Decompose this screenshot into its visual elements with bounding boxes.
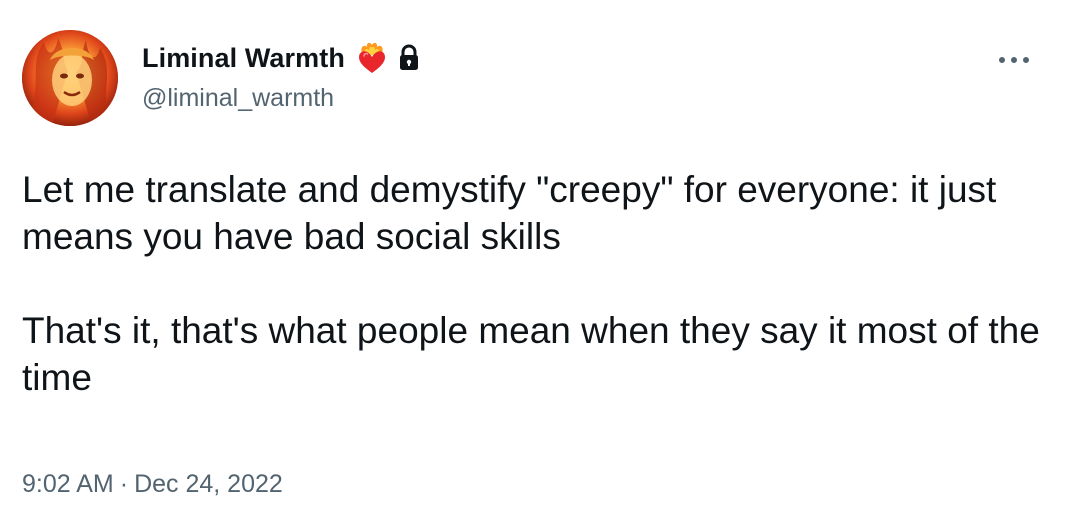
more-options-button[interactable] bbox=[994, 48, 1034, 72]
timestamp-separator: · bbox=[119, 470, 129, 498]
tweet-card: Liminal Warmth @liminal_warmth Let me tr… bbox=[0, 0, 1080, 532]
tweet-date[interactable]: Dec 24, 2022 bbox=[134, 470, 283, 498]
author-names: Liminal Warmth @liminal_warmth bbox=[142, 40, 421, 113]
more-dots-icon bbox=[999, 57, 1029, 63]
tweet-text: Let me translate and demystify "creepy" … bbox=[22, 166, 1042, 401]
tweet-header: Liminal Warmth @liminal_warmth bbox=[22, 30, 1062, 130]
lock-icon bbox=[397, 44, 421, 72]
author-handle[interactable]: @liminal_warmth bbox=[142, 84, 421, 113]
tweet-timestamp[interactable]: 9:02 AM · Dec 24, 2022 bbox=[22, 470, 283, 499]
tweet-time[interactable]: 9:02 AM bbox=[22, 470, 114, 498]
heart-on-fire-icon bbox=[355, 41, 389, 75]
tweet-paragraph: Let me translate and demystify "creepy" … bbox=[22, 169, 997, 257]
name-row: Liminal Warmth bbox=[142, 40, 421, 76]
display-name[interactable]: Liminal Warmth bbox=[142, 43, 345, 74]
tweet-paragraph: That's it, that's what people mean when … bbox=[22, 310, 1040, 398]
avatar[interactable] bbox=[22, 30, 118, 126]
avatar-image bbox=[22, 30, 118, 126]
